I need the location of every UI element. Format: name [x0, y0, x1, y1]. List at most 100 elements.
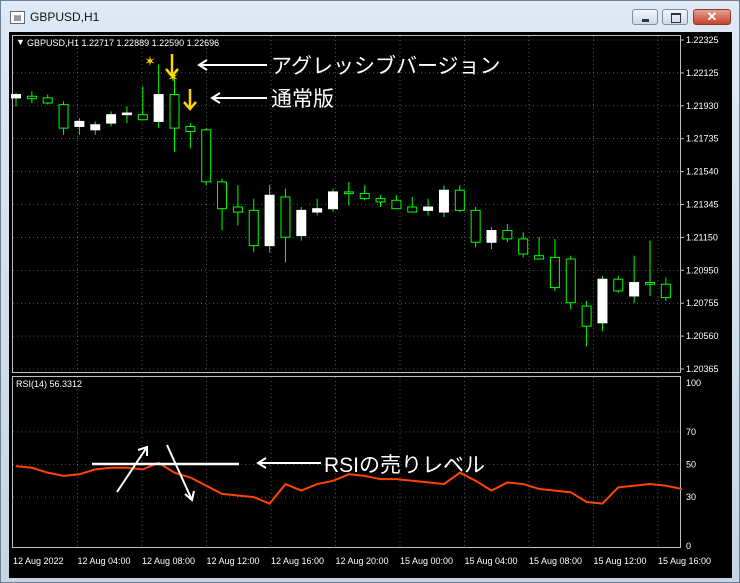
candle [375, 195, 386, 208]
candle-body-bear [565, 258, 576, 304]
sell-arrow-normal-icon [183, 89, 197, 111]
rsi-point [570, 491, 572, 493]
candle-body-bull [438, 189, 449, 213]
candle-body-bull [629, 282, 640, 297]
candle-body-bear [248, 209, 259, 247]
candle [248, 198, 259, 253]
rsi-point [237, 494, 239, 497]
price-y-tick-label: 1.21345 [686, 200, 719, 210]
rsi-point [665, 485, 667, 487]
candle [486, 227, 497, 249]
candles [11, 64, 671, 347]
candle-body-bear [58, 104, 69, 129]
candle [660, 277, 671, 302]
close-icon: ✕ [706, 9, 718, 24]
candle-body-bear [359, 193, 370, 200]
x-axis: 12 Aug 2022 12 Aug 04:00 12 Aug 08:00 12 Au… [13, 556, 711, 566]
candle-body-bull [312, 208, 323, 213]
rsi-point [126, 467, 128, 469]
candle-body-bear [660, 283, 671, 299]
chart-canvas[interactable]: 1.22325 1.22125 1.21930 1.21735 1.21540 1.213… [9, 32, 732, 578]
minimize-button[interactable] [632, 9, 658, 25]
rsi-point [522, 483, 524, 485]
rsi-y-tick-label: 50 [686, 460, 696, 470]
candle [597, 275, 608, 332]
candle [518, 232, 529, 258]
candle [549, 238, 560, 291]
candle-body-bear [26, 95, 37, 100]
rsi-point [411, 480, 413, 482]
candle [217, 178, 228, 231]
candle [581, 301, 592, 347]
x-tick-label: 15 Aug 04:00 [465, 556, 518, 566]
title-bar[interactable]: ▤ GBPUSD,H1 ✕ [1, 1, 739, 31]
price-y-tick-label: 1.22125 [686, 68, 719, 78]
annotation-rsi-level: RSIの売りレベル [324, 454, 485, 477]
rsi-point [94, 468, 96, 470]
candle-body-bear [42, 97, 53, 104]
candle-body-bear [454, 189, 465, 211]
rsi-point [554, 489, 556, 492]
candle-body-bull [328, 191, 338, 210]
rsi-point [253, 496, 255, 498]
candle [280, 188, 291, 263]
candle-body-bear [534, 255, 545, 260]
rsi-point [300, 489, 302, 492]
candle-body-bull [121, 112, 132, 116]
price-y-tick-label: 1.20755 [686, 298, 719, 308]
price-y-tick-label: 1.21735 [686, 134, 719, 144]
close-button[interactable]: ✕ [693, 9, 731, 25]
candle-body-bear [549, 256, 560, 289]
candle [470, 207, 481, 248]
rsi-point [649, 483, 651, 485]
rsi-y-tick-label: 70 [686, 427, 696, 437]
candle [106, 111, 117, 127]
price-y-tick-label: 1.22325 [686, 35, 719, 45]
candle-body-bull [423, 206, 434, 211]
candle-body-bear [185, 125, 196, 132]
candle [629, 255, 640, 303]
candle [502, 223, 513, 243]
candle-body-bear [645, 282, 655, 285]
candle-body-bull [74, 120, 85, 127]
x-tick-label: 12 Aug 04:00 [78, 556, 131, 566]
rsi-point [506, 481, 508, 484]
candle-body-bull [11, 94, 21, 99]
candle [359, 185, 370, 201]
price-y-tick-label: 1.20560 [686, 331, 719, 341]
rsi-peak-down-arrow-icon [166, 444, 195, 502]
candle-body-bear [375, 198, 386, 203]
rsi-point [47, 472, 49, 474]
x-tick-label: 12 Aug 2022 [13, 556, 64, 566]
x-tick-label: 15 Aug 08:00 [529, 556, 582, 566]
rsi-point [142, 468, 144, 470]
price-y-tick-label: 1.21150 [686, 232, 718, 242]
candle [58, 101, 69, 135]
x-tick-label: 12 Aug 08:00 [142, 556, 195, 566]
candle-body-bear [391, 199, 402, 210]
pointer-arrow-normal-icon [210, 92, 267, 104]
sell-arrow-aggressive-icon [165, 54, 179, 78]
candle [185, 123, 196, 149]
chart-area[interactable]: 1.22325 1.22125 1.21930 1.21735 1.21540 1.213… [9, 32, 732, 578]
candle-body-bear [613, 278, 624, 292]
candle [438, 185, 449, 218]
candle-body-bear [137, 114, 148, 121]
candle-body-bear [407, 206, 418, 213]
rsi-y-tick-label: 0 [686, 541, 691, 551]
rsi-point [681, 488, 683, 490]
rsi-point [316, 483, 318, 485]
annotation-normal: 通常版 [271, 88, 334, 111]
price-y-tick-label: 1.21540 [686, 167, 719, 177]
candle [534, 237, 545, 260]
candle [613, 275, 624, 293]
candle-body-bear [470, 209, 481, 243]
maximize-button[interactable] [662, 9, 688, 25]
rsi-point [475, 480, 477, 482]
y-axis: 1.22325 1.22125 1.21930 1.21735 1.21540 1.213… [680, 35, 719, 551]
price-y-tick-label: 1.20365 [686, 364, 719, 374]
minimize-icon [642, 19, 649, 22]
candle-body-bear [502, 230, 513, 240]
candle-body-bull [264, 194, 275, 247]
x-tick-label: 12 Aug 20:00 [336, 556, 389, 566]
